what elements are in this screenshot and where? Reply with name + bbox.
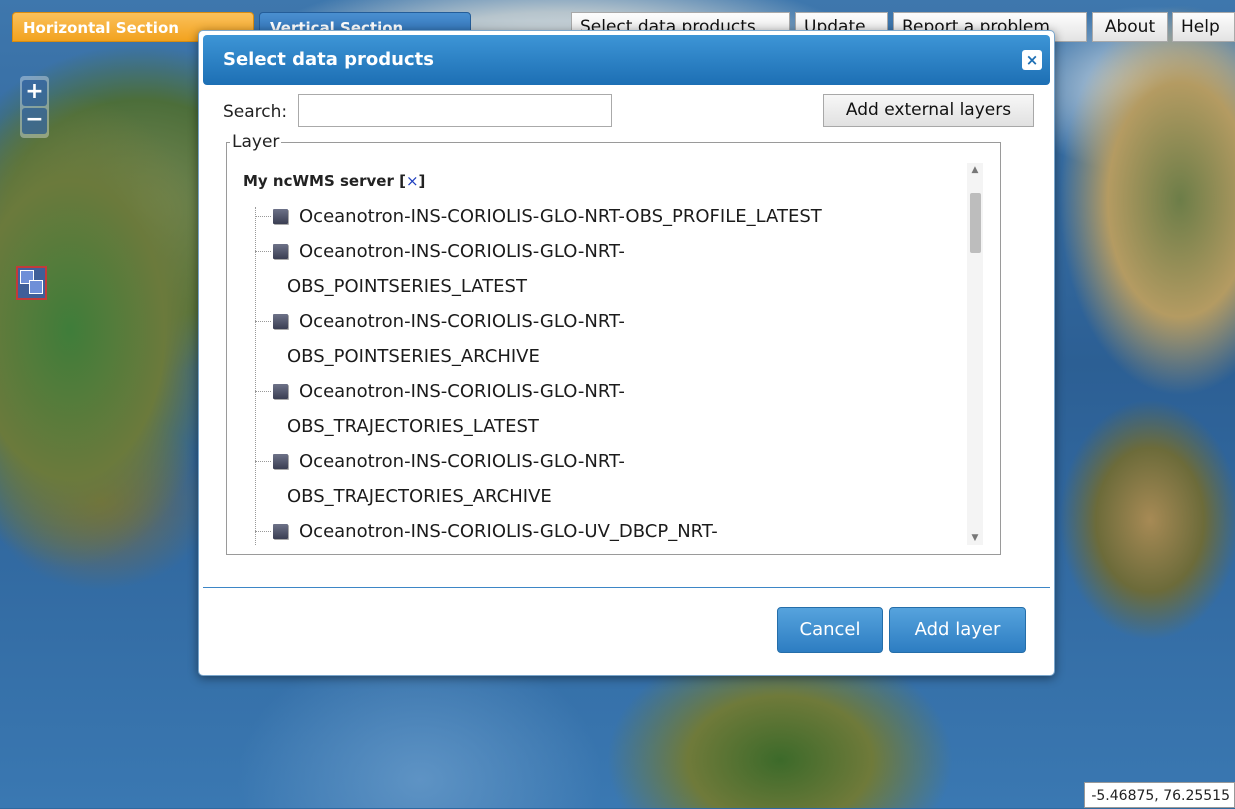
layer-icon: [273, 384, 288, 399]
server-name: My ncWMS server: [243, 172, 394, 190]
layer-fieldset: Layer My ncWMS server [×] Oceanotron-INS…: [226, 132, 1001, 555]
server-remove-bracket: ]: [418, 172, 426, 190]
layer-label: Oceanotron-INS-CORIOLIS-GLO-NRT-: [299, 451, 625, 472]
server-remove-bracket: [: [399, 172, 406, 190]
layer-icon: [273, 454, 288, 469]
tree-branch: [255, 391, 271, 392]
layer-label-continued: OBS_POINTSERIES_LATEST: [287, 276, 527, 297]
layer-label: Oceanotron-INS-CORIOLIS-GLO-NRT-: [299, 381, 625, 402]
tree-item-layer[interactable]: Oceanotron-INS-CORIOLIS-GLO-NRT- OBS_POI…: [255, 234, 945, 304]
layer-icon: [273, 244, 288, 259]
tree-branch: [255, 251, 271, 252]
tree-item-layer[interactable]: Oceanotron-INS-CORIOLIS-GLO-NRT- OBS_TRA…: [255, 374, 945, 444]
close-icon[interactable]: ×: [1022, 50, 1042, 70]
scroll-up-icon[interactable]: ▲: [967, 163, 983, 177]
search-label: Search:: [223, 102, 288, 122]
add-layer-button[interactable]: Add layer: [889, 607, 1026, 653]
select-data-products-dialog: Select data products × Search: Add exter…: [198, 30, 1055, 676]
tree-branch: [255, 216, 271, 217]
help-button[interactable]: Help: [1172, 12, 1235, 42]
layer-label-continued: OBS_POINTSERIES_ARCHIVE: [287, 346, 540, 367]
layer-label: Oceanotron-INS-CORIOLIS-GLO-NRT-OBS_PROF…: [299, 206, 822, 227]
layer-icon: [273, 209, 288, 224]
scroll-thumb[interactable]: [970, 193, 981, 253]
cancel-button[interactable]: Cancel: [777, 607, 883, 653]
layer-icon: [273, 524, 288, 539]
server-node[interactable]: My ncWMS server [×]: [243, 171, 425, 191]
layer-switcher-icon[interactable]: [16, 266, 47, 300]
dialog-separator: [203, 587, 1050, 588]
tree-item-layer[interactable]: Oceanotron-INS-CORIOLIS-GLO-NRT- OBS_POI…: [255, 304, 945, 374]
search-input[interactable]: [298, 94, 612, 127]
about-button[interactable]: About: [1092, 12, 1168, 42]
tree-branch: [255, 461, 271, 462]
layer-legend: Layer: [230, 132, 282, 152]
tree-branch: [255, 531, 271, 532]
zoom-control: + −: [20, 76, 49, 138]
dialog-header: Select data products ×: [203, 35, 1050, 85]
remove-server-icon[interactable]: ×: [406, 172, 419, 190]
layer-tree: My ncWMS server [×] Oceanotron-INS-CORIO…: [243, 165, 985, 545]
zoom-in-button[interactable]: +: [22, 80, 47, 106]
add-external-layers-button[interactable]: Add external layers: [823, 94, 1034, 127]
zoom-out-button[interactable]: −: [22, 108, 47, 134]
layer-label-continued: OBS_TRAJECTORIES_ARCHIVE: [287, 486, 552, 507]
tree-item-layer[interactable]: Oceanotron-INS-CORIOLIS-GLO-NRT-OBS_PROF…: [255, 199, 945, 234]
tree-scrollbar[interactable]: ▲ ▼: [967, 163, 983, 545]
tree-branch: [255, 321, 271, 322]
dialog-title: Select data products: [223, 49, 434, 70]
layer-label-continued: OBS_TRAJECTORIES_LATEST: [287, 416, 539, 437]
mouse-coordinates: -5.46875, 76.25515: [1084, 782, 1235, 808]
tree-item-layer[interactable]: Oceanotron-INS-CORIOLIS-GLO-NRT- OBS_TRA…: [255, 444, 945, 514]
tree-item-layer[interactable]: Oceanotron-INS-CORIOLIS-GLO-UV_DBCP_NRT-: [255, 514, 945, 545]
scroll-down-icon[interactable]: ▼: [967, 531, 983, 545]
layer-square: [29, 280, 43, 294]
layer-icon: [273, 314, 288, 329]
layer-label: Oceanotron-INS-CORIOLIS-GLO-NRT-: [299, 311, 625, 332]
layer-label: Oceanotron-INS-CORIOLIS-GLO-NRT-: [299, 241, 625, 262]
layer-label: Oceanotron-INS-CORIOLIS-GLO-UV_DBCP_NRT-: [299, 521, 718, 542]
